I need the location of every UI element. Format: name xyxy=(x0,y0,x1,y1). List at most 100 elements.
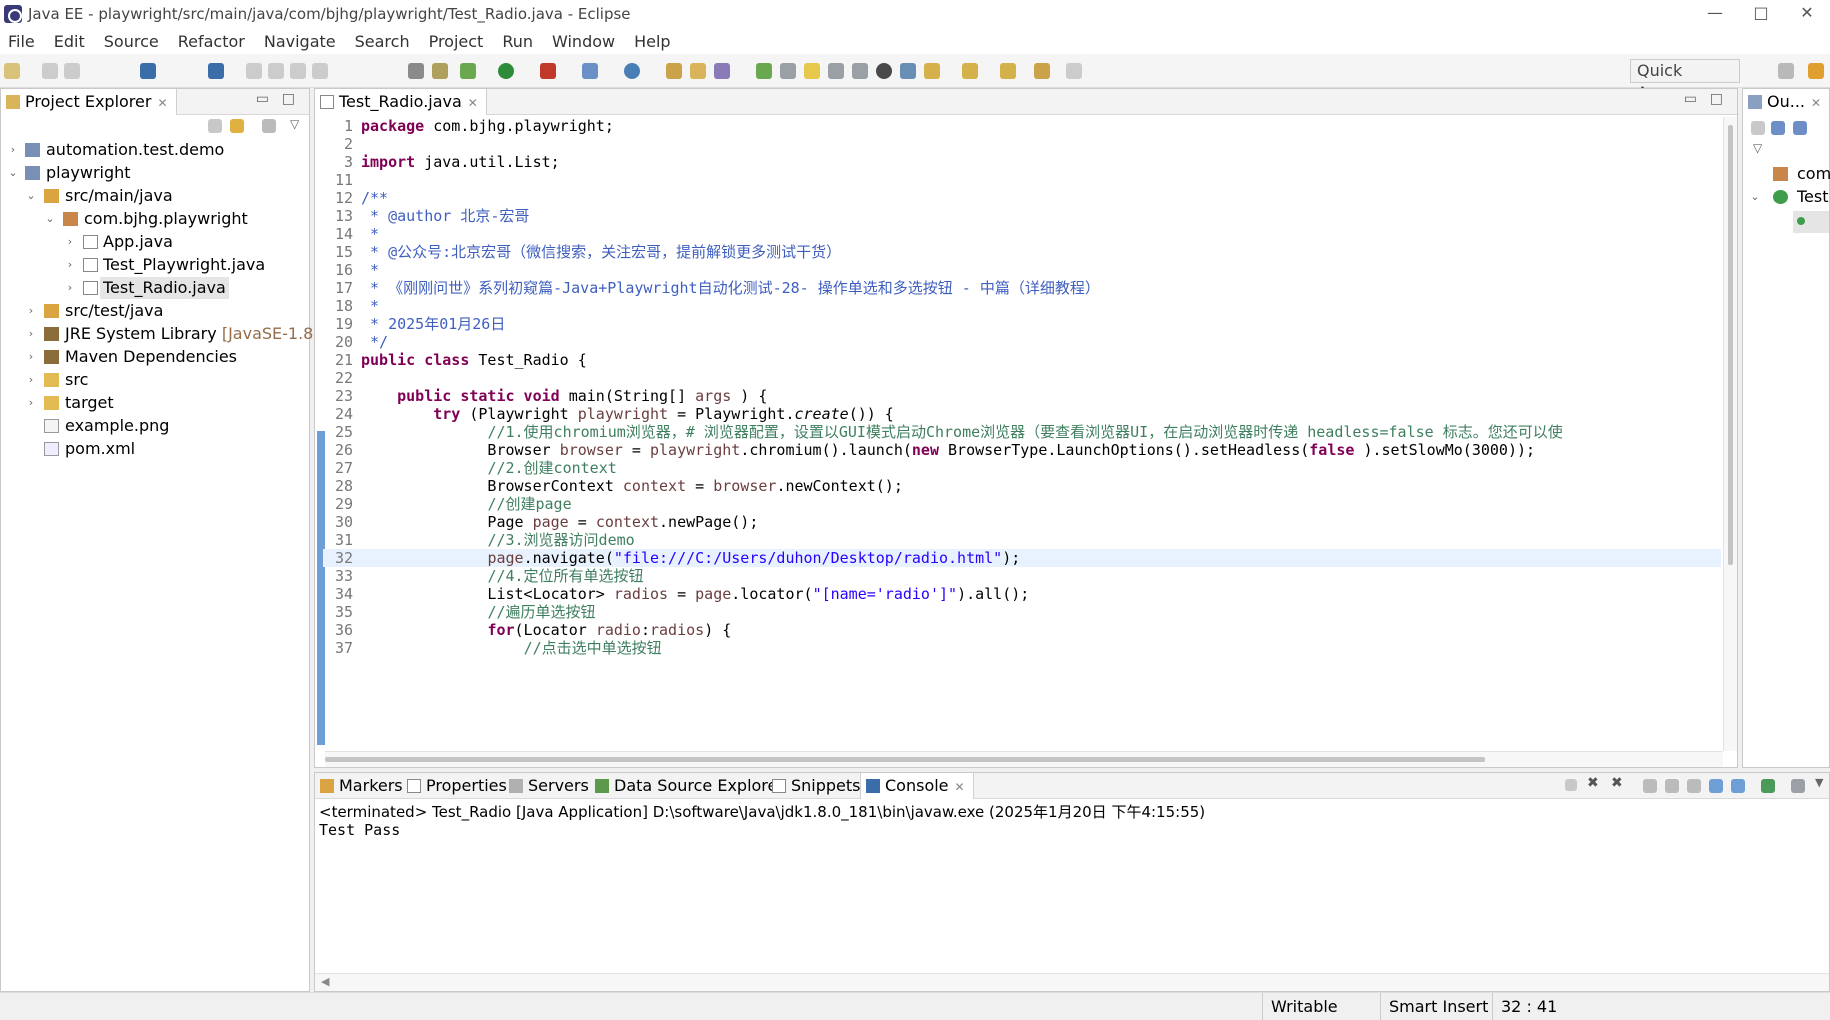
chevron-right-icon[interactable]: › xyxy=(25,392,37,414)
java-ee-perspective-icon[interactable] xyxy=(1808,63,1824,79)
menu-refactor[interactable]: Refactor xyxy=(178,32,245,51)
code-line[interactable]: 17 * 《刚刚问世》系列初窥篇-Java+Playwright自动化测试-28… xyxy=(323,279,1721,297)
code-line[interactable]: 28 BrowserContext context = browser.newC… xyxy=(323,477,1721,495)
new-icon[interactable] xyxy=(4,63,20,79)
debug-icon[interactable] xyxy=(460,63,476,79)
menu-help[interactable]: Help xyxy=(634,32,670,51)
back-icon[interactable] xyxy=(1034,63,1050,79)
tree-node-jre-library[interactable]: › JRE System Library [JavaSE-1.8] xyxy=(1,323,320,345)
quick-access-input[interactable]: Quick Access xyxy=(1630,59,1740,102)
forward-icon[interactable] xyxy=(1066,63,1082,79)
code-line[interactable]: 32 page.navigate("file:///C:/Users/duhon… xyxy=(323,549,1721,567)
view-menu-icon[interactable]: ▽ xyxy=(290,117,299,131)
view-menu-icon[interactable]: ▽ xyxy=(1753,141,1762,155)
tree-node-package[interactable]: ⌄ com.bjhg.playwright xyxy=(1,208,309,230)
code-line[interactable]: 15 * @公众号:北京宏哥（微信搜索，关注宏哥，提前解锁更多测试干货） xyxy=(323,243,1721,261)
maximize-view-icon[interactable]: □ xyxy=(1710,91,1723,107)
code-line[interactable]: 36 for(Locator radio:radios) { xyxy=(323,621,1721,639)
remove-all-launches-icon[interactable]: ✖ xyxy=(1611,775,1623,791)
tree-node-playwright[interactable]: ⌄ playwright xyxy=(1,162,309,184)
tab-properties[interactable]: Properties xyxy=(402,773,515,799)
tree-node-src-main-java[interactable]: ⌄ src/main/java xyxy=(1,185,309,207)
code-line[interactable]: 35 //遍历单选按钮 xyxy=(323,603,1721,621)
code-line[interactable]: 18 * xyxy=(323,297,1721,315)
run-icon[interactable] xyxy=(498,63,514,79)
sort-icon[interactable] xyxy=(1771,121,1785,135)
menu-navigate[interactable]: Navigate xyxy=(264,32,336,51)
chevron-right-icon[interactable]: › xyxy=(25,346,37,368)
scroll-left-icon[interactable]: ◀ xyxy=(321,975,329,988)
tree-node-test-radio-java[interactable]: › Test_Radio.java xyxy=(1,277,309,299)
menu-project[interactable]: Project xyxy=(429,32,484,51)
code-area[interactable]: 1 package com.bjhg.playwright; 2 3 import ja… xyxy=(323,117,1721,749)
chevron-right-icon[interactable]: › xyxy=(25,369,37,391)
code-line[interactable]: 27 //2.创建context xyxy=(323,459,1721,477)
filters-icon[interactable] xyxy=(262,119,276,133)
new-java-project-icon[interactable] xyxy=(624,63,640,79)
new-package-icon[interactable] xyxy=(690,63,706,79)
external-tools-icon[interactable] xyxy=(540,63,556,79)
tab-test-radio-java[interactable]: Test_Radio.java ✕ xyxy=(315,89,487,115)
code-line[interactable]: 33 //4.定位所有单选按钮 xyxy=(323,567,1721,585)
code-line[interactable]: 29 //创建page xyxy=(323,495,1721,513)
toggle-mark-icon[interactable] xyxy=(780,63,796,79)
code-line[interactable]: 30 Page page = context.newPage(); xyxy=(323,513,1721,531)
code-line[interactable]: 24 try (Playwright playwright = Playwrig… xyxy=(323,405,1721,423)
tree-node-src[interactable]: › src xyxy=(1,369,309,391)
tab-data-source-explorer[interactable]: Data Source Explorer xyxy=(590,773,792,799)
code-line[interactable]: 22 xyxy=(323,369,1721,387)
console-horizontal-scrollbar[interactable]: ◀ xyxy=(315,973,1829,991)
annotation-icon[interactable] xyxy=(828,63,844,79)
globe-icon[interactable] xyxy=(876,63,892,79)
menu-source[interactable]: Source xyxy=(104,32,159,51)
menu-file[interactable]: File xyxy=(8,32,35,51)
coverage-icon[interactable] xyxy=(582,63,598,79)
terminate-icon[interactable] xyxy=(1565,779,1577,791)
chevron-right-icon[interactable]: › xyxy=(64,254,76,276)
skip-breakpoints-icon[interactable] xyxy=(208,63,224,79)
outline-item-class[interactable]: ⌄ Test xyxy=(1743,186,1829,208)
code-line[interactable]: 2 xyxy=(323,135,1721,153)
chevron-right-icon[interactable]: › xyxy=(7,139,19,161)
code-line[interactable]: 16 * xyxy=(323,261,1721,279)
close-icon[interactable]: ✕ xyxy=(468,96,478,110)
chevron-down-icon[interactable]: ⌄ xyxy=(7,162,19,184)
open-type-icon[interactable] xyxy=(408,63,424,79)
chevron-down-icon[interactable]: ⌄ xyxy=(25,185,37,207)
last-edit-icon[interactable] xyxy=(1000,63,1016,79)
tree-node-example-png[interactable]: example.png xyxy=(1,415,309,437)
pin-console-icon[interactable] xyxy=(1761,779,1775,793)
tree-node-app-java[interactable]: › App.java xyxy=(1,231,309,253)
disconnect-icon[interactable] xyxy=(312,63,328,79)
tab-servers[interactable]: Servers xyxy=(504,773,597,799)
tab-project-explorer[interactable]: Project Explorer ✕ xyxy=(1,89,177,115)
save-all-icon[interactable] xyxy=(64,63,80,79)
resume-icon[interactable] xyxy=(246,63,262,79)
console-output[interactable]: Test Pass xyxy=(319,821,400,839)
scroll-lock-icon[interactable] xyxy=(1665,779,1679,793)
next-annotation-icon[interactable] xyxy=(924,63,940,79)
code-line[interactable]: 3 import java.util.List; xyxy=(323,153,1721,171)
chevron-right-icon[interactable]: › xyxy=(25,323,37,345)
collapse-all-icon[interactable] xyxy=(1751,121,1765,135)
code-line[interactable]: 37 //点击选中单选按钮 xyxy=(323,639,1721,657)
code-line[interactable]: 11 xyxy=(323,171,1721,189)
minimize-view-icon[interactable]: ▭ xyxy=(256,91,269,107)
outline-item-main-method[interactable] xyxy=(1793,211,1829,233)
open-folder-icon[interactable] xyxy=(666,63,682,79)
menu-run[interactable]: Run xyxy=(502,32,533,51)
collapse-all-icon[interactable] xyxy=(208,119,222,133)
tab-snippets[interactable]: Snippets xyxy=(767,773,869,799)
code-line[interactable]: 14 * xyxy=(323,225,1721,243)
show-stdout-icon[interactable] xyxy=(1709,779,1723,793)
tree-node-target[interactable]: › target xyxy=(1,392,309,414)
remove-launch-icon[interactable]: ✖ xyxy=(1587,775,1599,791)
tree-node-src-test-java[interactable]: › src/test/java xyxy=(1,300,309,322)
tab-outline[interactable]: Ou... ✕ xyxy=(1743,89,1830,115)
code-line[interactable]: 20 */ xyxy=(323,333,1721,351)
new-class-icon[interactable] xyxy=(714,63,730,79)
minimize-button[interactable]: — xyxy=(1692,0,1738,28)
word-wrap-icon[interactable] xyxy=(1687,779,1701,793)
close-icon[interactable]: ✕ xyxy=(955,780,965,794)
highlight-icon[interactable] xyxy=(804,63,820,79)
